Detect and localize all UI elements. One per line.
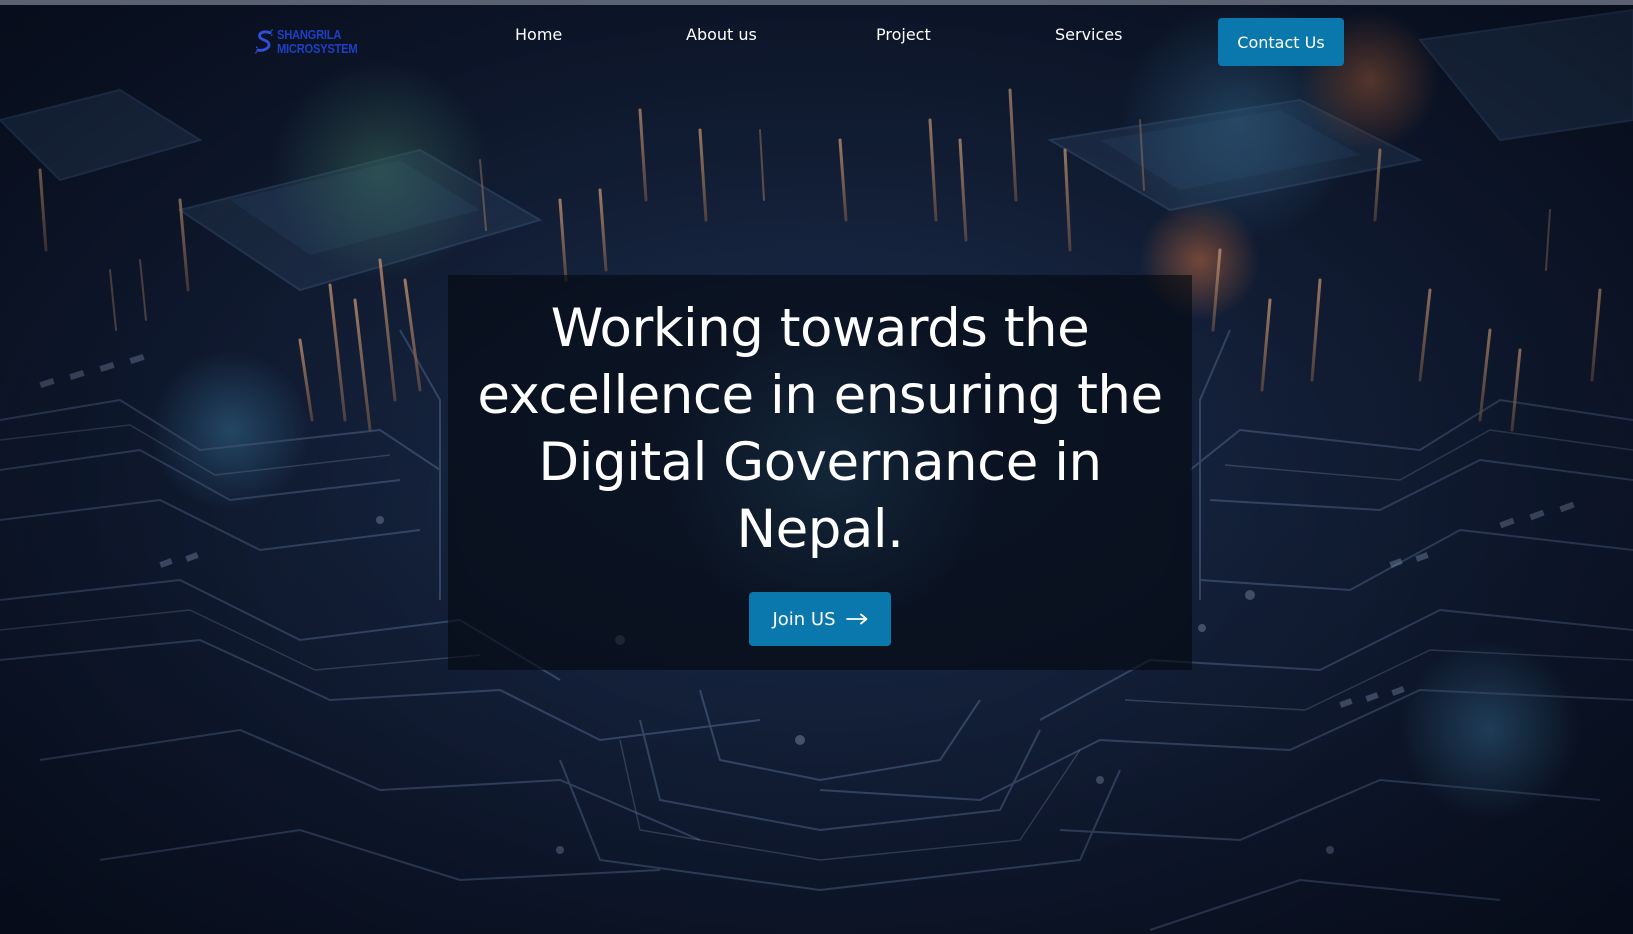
logo-s-icon (255, 29, 273, 54)
page: SHANGRILA MICROSYSTEM Home About us Proj… (0, 0, 1633, 934)
logo-text-line1: SHANGRILA (276, 27, 341, 42)
arrow-right-icon (845, 613, 867, 625)
logo-text-line2: MICROSYSTEM (276, 41, 358, 56)
nav-services[interactable]: Services (1055, 25, 1122, 44)
join-us-label: Join US (772, 608, 836, 630)
top-border (0, 0, 1633, 5)
site-header: SHANGRILA MICROSYSTEM Home About us Proj… (0, 5, 1633, 83)
hero-title: Working towards the excellence in ensuri… (477, 298, 1163, 560)
contact-us-button[interactable]: Contact Us (1218, 18, 1344, 66)
nav-about[interactable]: About us (686, 25, 757, 44)
join-us-button[interactable]: Join US (749, 592, 891, 646)
nav-project[interactable]: Project (876, 25, 931, 44)
site-logo[interactable]: SHANGRILA MICROSYSTEM (255, 19, 370, 65)
nav-home[interactable]: Home (515, 25, 562, 44)
